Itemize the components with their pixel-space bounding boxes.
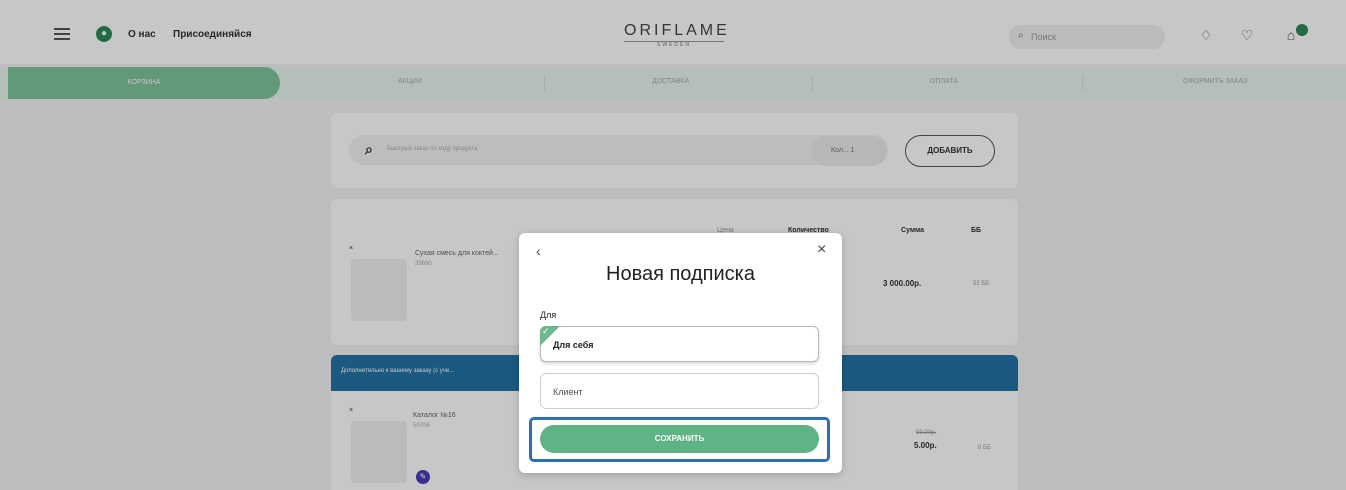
save-button[interactable]: СОХРАНИТЬ	[540, 425, 819, 453]
check-icon: ✓	[542, 326, 550, 336]
subscription-modal: ‹ × Новая подписка Для ✓ Для себя Клиент…	[519, 233, 842, 473]
close-icon[interactable]: ×	[817, 241, 826, 259]
for-label: Для	[540, 310, 557, 320]
modal-title: Новая подписка	[606, 263, 755, 285]
option-for-self[interactable]: ✓ Для себя	[540, 326, 819, 362]
option-label: Для себя	[553, 340, 594, 350]
save-highlight: СОХРАНИТЬ	[529, 417, 830, 462]
option-client[interactable]: Клиент	[540, 373, 819, 409]
option-label: Клиент	[553, 387, 583, 397]
back-icon[interactable]: ‹	[536, 243, 541, 259]
